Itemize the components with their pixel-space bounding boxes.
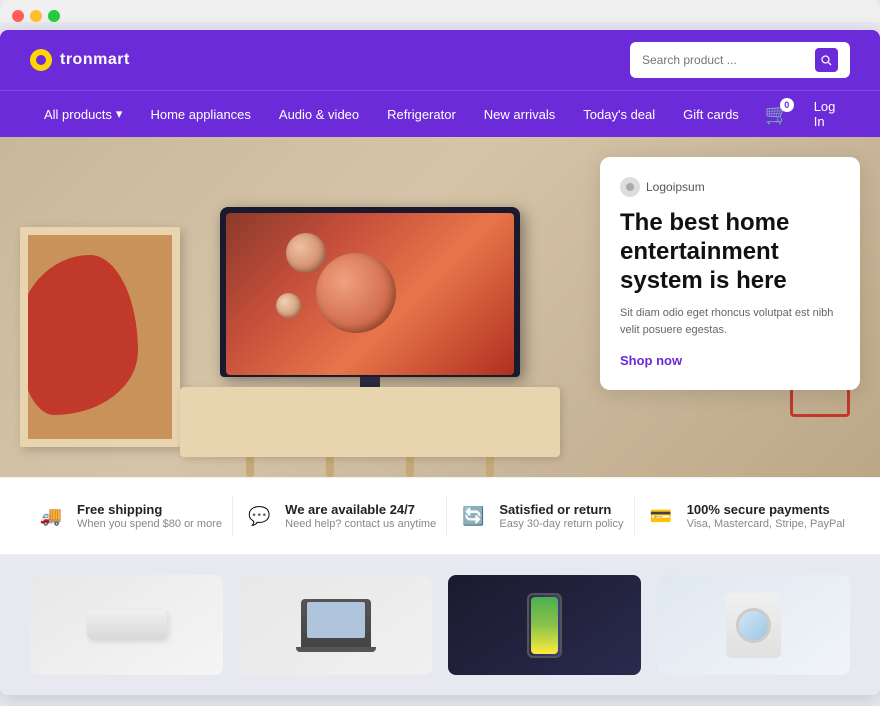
nav-new-arrivals[interactable]: New arrivals bbox=[470, 95, 570, 134]
nav-home-appliances[interactable]: Home appliances bbox=[136, 95, 264, 134]
site-header: tronmart bbox=[0, 30, 880, 90]
logo-text: tronmart bbox=[60, 51, 130, 69]
browser-controls bbox=[12, 10, 868, 22]
product-card-washer[interactable] bbox=[657, 575, 850, 675]
search-input[interactable] bbox=[642, 53, 807, 67]
feature-support: 💬 We are available 24/7 Need help? conta… bbox=[243, 500, 436, 532]
feature-text-return: Satisfied or return Easy 30-day return p… bbox=[499, 502, 623, 530]
art-frame-decoration bbox=[20, 227, 180, 447]
tv-outer bbox=[220, 207, 520, 377]
nav-audio-video[interactable]: Audio & video bbox=[265, 95, 373, 134]
support-icon: 💬 bbox=[243, 500, 275, 532]
laptop-screen bbox=[307, 602, 365, 638]
close-dot[interactable] bbox=[12, 10, 24, 22]
nav-refrigerator[interactable]: Refrigerator bbox=[373, 95, 470, 134]
logoipsum-icon bbox=[620, 177, 640, 197]
search-icon bbox=[820, 54, 832, 66]
tv-bubble-2 bbox=[286, 233, 326, 273]
chevron-down-icon: ▾ bbox=[116, 106, 123, 122]
tv-screen bbox=[226, 213, 514, 375]
shop-now-button[interactable]: Shop now bbox=[620, 353, 682, 368]
tv-bubble-3 bbox=[276, 293, 301, 318]
product-card-phone[interactable] bbox=[448, 575, 641, 675]
products-grid bbox=[30, 575, 850, 675]
nav-todays-deal[interactable]: Today's deal bbox=[569, 95, 669, 134]
laptop-shape bbox=[301, 599, 371, 647]
main-nav: All products ▾ Home appliances Audio & v… bbox=[0, 90, 880, 137]
feature-return: 🔄 Satisfied or return Easy 30-day return… bbox=[457, 500, 623, 532]
feature-divider-3 bbox=[634, 496, 635, 536]
hero-title: The best home entertainment system is he… bbox=[620, 209, 840, 295]
tv-bubble-1 bbox=[316, 253, 396, 333]
phone-screen bbox=[531, 597, 558, 654]
laptop-base bbox=[296, 647, 376, 652]
feature-text-payment: 100% secure payments Visa, Mastercard, S… bbox=[687, 502, 845, 530]
washer-shape bbox=[726, 593, 781, 658]
nav-all-products[interactable]: All products ▾ bbox=[30, 94, 136, 134]
feature-text-support: We are available 24/7 Need help? contact… bbox=[285, 502, 436, 530]
search-button[interactable] bbox=[815, 48, 839, 72]
cabinet-leg bbox=[406, 457, 414, 477]
minimize-dot[interactable] bbox=[30, 10, 42, 22]
washer-drum bbox=[736, 608, 771, 643]
products-section bbox=[0, 555, 880, 695]
hero-section: Logoipsum The best home entertainment sy… bbox=[0, 137, 880, 477]
cabinet-leg bbox=[326, 457, 334, 477]
search-bar bbox=[630, 42, 850, 78]
payment-icon: 💳 bbox=[645, 500, 677, 532]
feature-free-shipping: 🚚 Free shipping When you spend $80 or mo… bbox=[35, 500, 222, 532]
nav-gift-cards[interactable]: Gift cards bbox=[669, 95, 753, 134]
feature-divider-1 bbox=[232, 496, 233, 536]
tv-stand-area bbox=[180, 387, 560, 477]
features-bar: 🚚 Free shipping When you spend $80 or mo… bbox=[0, 477, 880, 555]
hero-description: Sit diam odio eget rhoncus volutpat est … bbox=[620, 305, 840, 338]
feature-payment: 💳 100% secure payments Visa, Mastercard,… bbox=[645, 500, 845, 532]
logo-icon bbox=[30, 49, 52, 71]
cart-badge: 0 bbox=[780, 98, 794, 112]
hero-card-logo: Logoipsum bbox=[620, 177, 840, 197]
login-button[interactable]: Log In bbox=[802, 91, 850, 137]
tv-display bbox=[220, 207, 520, 392]
ac-shape bbox=[87, 610, 167, 640]
logo-area[interactable]: tronmart bbox=[30, 49, 130, 71]
feature-text-shipping: Free shipping When you spend $80 or more bbox=[77, 502, 222, 530]
truck-icon: 🚚 bbox=[35, 500, 67, 532]
hero-logo-text: Logoipsum bbox=[646, 180, 705, 194]
product-card-laptop[interactable] bbox=[239, 575, 432, 675]
maximize-dot[interactable] bbox=[48, 10, 60, 22]
product-card-ac[interactable] bbox=[30, 575, 223, 675]
art-blob bbox=[20, 255, 138, 415]
tv-cabinet bbox=[180, 387, 560, 457]
cabinet-leg bbox=[246, 457, 254, 477]
hero-info-card: Logoipsum The best home entertainment sy… bbox=[600, 157, 860, 390]
cart-button[interactable]: 🛒 0 bbox=[753, 94, 802, 135]
cabinet-leg bbox=[486, 457, 494, 477]
feature-divider-2 bbox=[446, 496, 447, 536]
phone-shape bbox=[527, 593, 562, 658]
cabinet-legs bbox=[180, 457, 560, 477]
return-icon: 🔄 bbox=[457, 500, 489, 532]
